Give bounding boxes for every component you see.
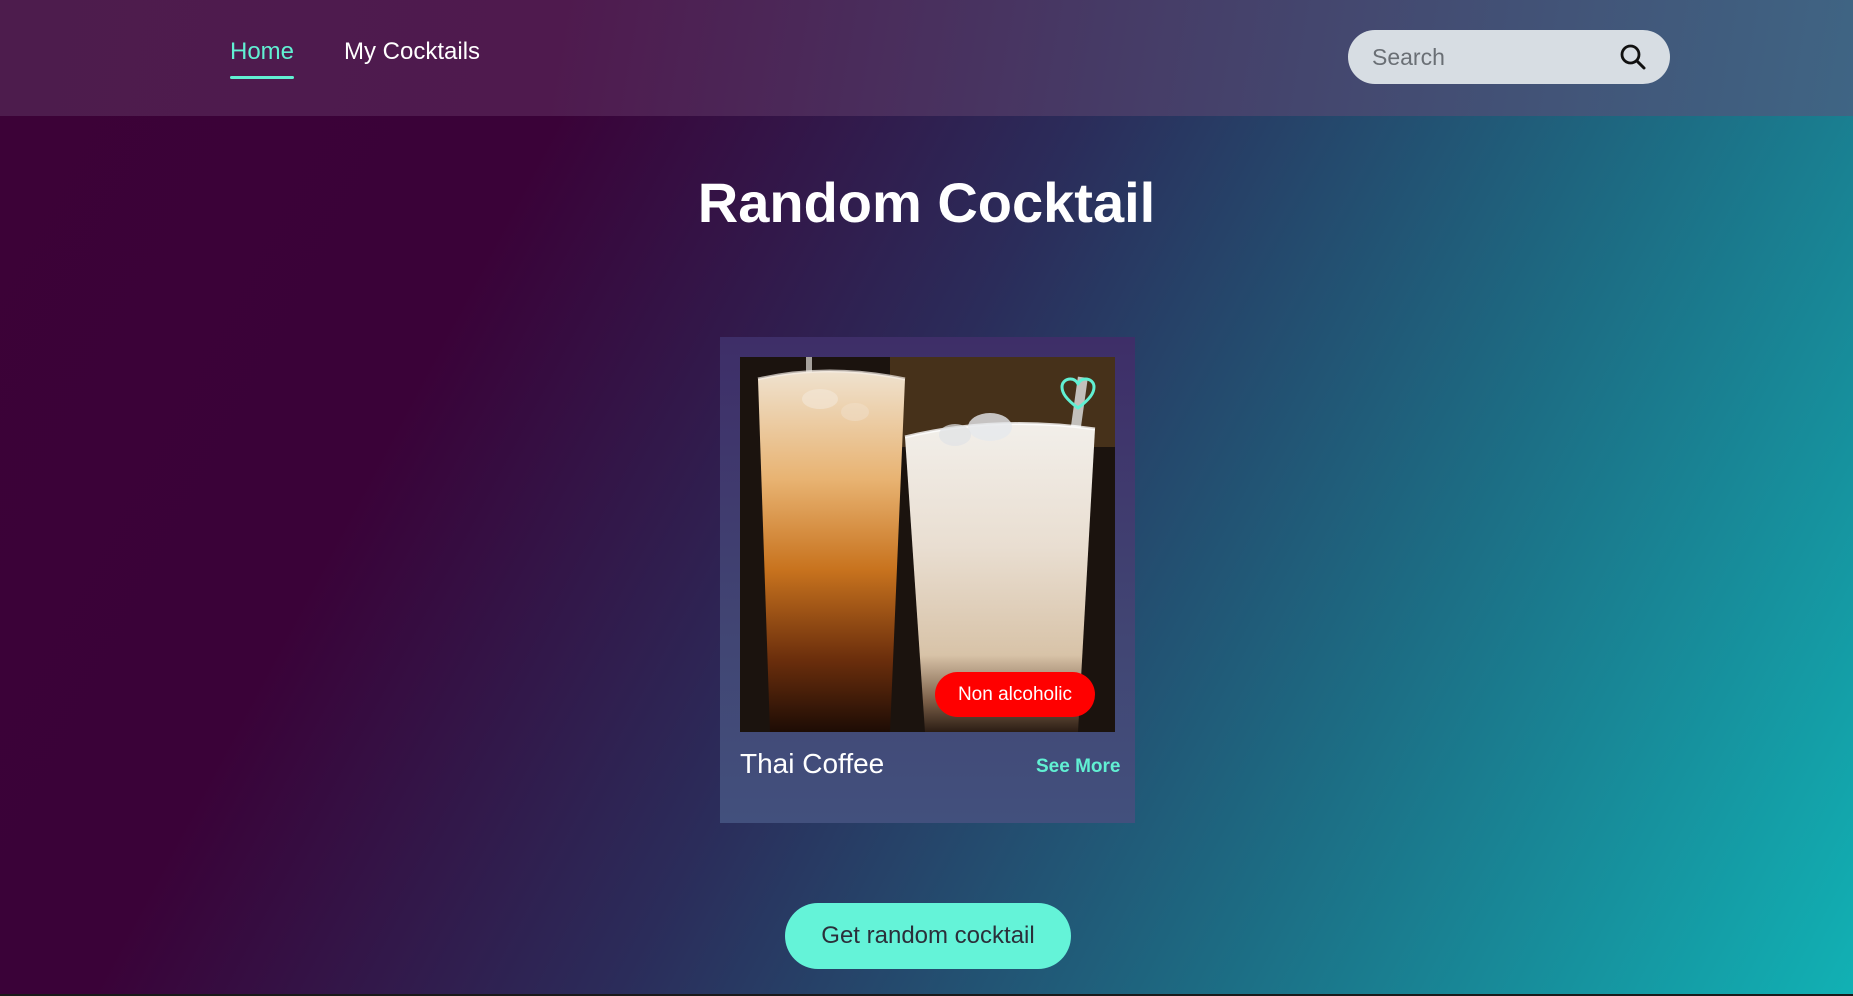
cocktail-name: Thai Coffee	[740, 748, 885, 779]
nav-link-my-cocktails[interactable]: My Cocktails	[344, 38, 480, 66]
nav-link-home[interactable]: Home	[230, 38, 295, 79]
see-more-link[interactable]: See More	[1036, 756, 1120, 778]
search-input[interactable]	[1372, 30, 1602, 84]
top-navigation-bar: Home My Cocktails	[0, 0, 1853, 116]
page-title: Random Cocktail	[697, 171, 1156, 234]
favorite-heart-icon[interactable]	[1060, 377, 1096, 411]
search-icon[interactable]	[1618, 42, 1648, 72]
category-badge: Non alcoholic	[935, 672, 1095, 717]
search-box	[1348, 30, 1670, 84]
get-random-cocktail-button[interactable]: Get random cocktail	[785, 903, 1071, 969]
